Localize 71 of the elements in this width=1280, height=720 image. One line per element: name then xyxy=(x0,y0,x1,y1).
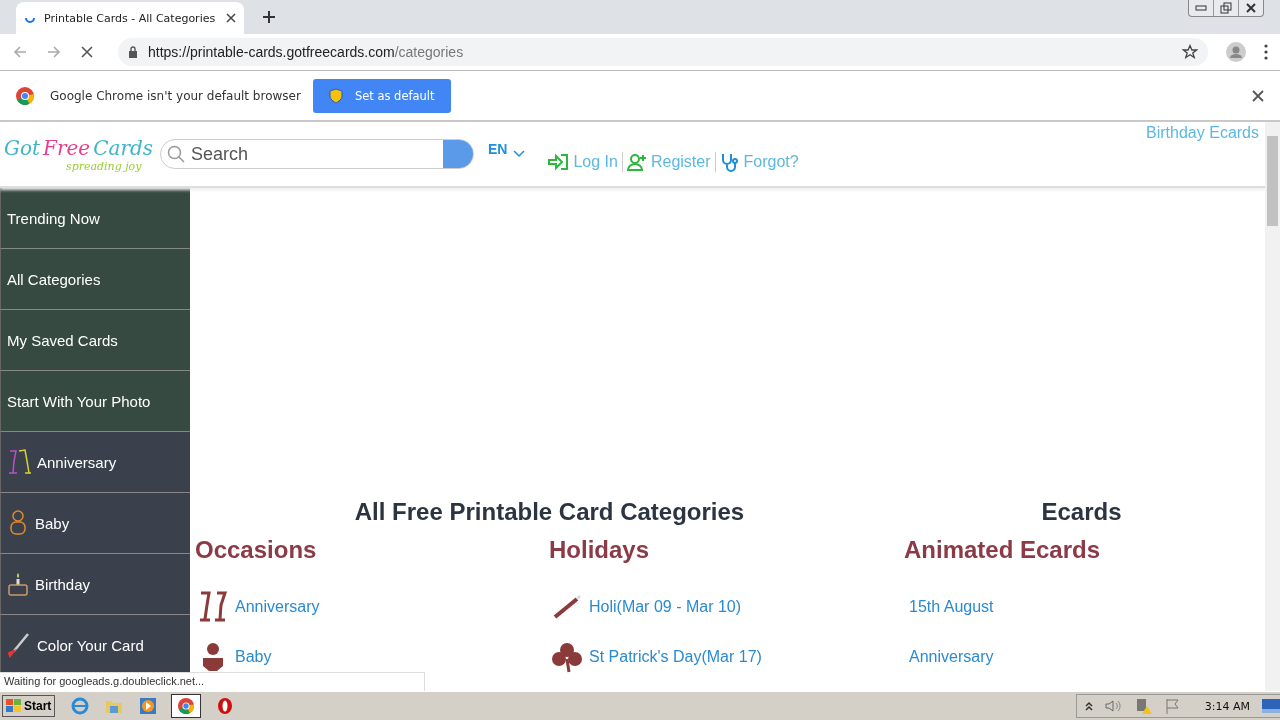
show-desktop-icon[interactable] xyxy=(1262,699,1280,713)
menu-icon[interactable] xyxy=(1264,44,1268,60)
account-link[interactable]: Forgot? xyxy=(715,152,803,172)
sidebar-item[interactable]: All Categories xyxy=(0,249,190,310)
windows-logo-icon xyxy=(6,699,22,713)
category-link[interactable]: Holi(Mar 09 - Mar 10) xyxy=(549,591,742,623)
speaker-icon[interactable] xyxy=(1104,699,1123,713)
start-button[interactable]: Start xyxy=(2,695,56,717)
column-title: Holidays xyxy=(549,536,650,564)
browser-icon[interactable] xyxy=(71,697,90,715)
section-heading: All Free Printable Card Categories xyxy=(353,498,746,526)
category-link[interactable]: 15th August xyxy=(904,591,994,623)
category-link[interactable]: Anniversary xyxy=(195,591,320,623)
opera-icon[interactable] xyxy=(217,697,234,715)
profile-icon[interactable] xyxy=(1226,42,1246,62)
sidebar-item[interactable]: Start With Your Photo xyxy=(0,371,190,432)
address-bar[interactable]: https://printable-cards.gotfreecards.com/categories xyxy=(118,38,1208,66)
star-icon[interactable] xyxy=(1182,44,1198,60)
folder-icon[interactable] xyxy=(105,698,124,714)
forward-icon[interactable] xyxy=(46,44,62,60)
restore-icon[interactable] xyxy=(1220,2,1232,14)
clover-icon xyxy=(549,641,585,673)
sidebar-item[interactable]: Anniversary xyxy=(0,432,190,493)
window-controls[interactable] xyxy=(1188,0,1264,17)
search-icon xyxy=(167,145,185,163)
cake-icon xyxy=(7,571,29,597)
sidebar-item[interactable]: My Saved Cards xyxy=(0,310,190,371)
site-logo[interactable]: GotFree Cards spreading joy xyxy=(0,135,160,173)
media-player-icon[interactable] xyxy=(139,697,158,715)
close-icon[interactable] xyxy=(1252,89,1264,102)
taskbar-button[interactable] xyxy=(171,694,202,718)
new-tab-icon[interactable] xyxy=(262,10,276,24)
language-selector[interactable]: EN xyxy=(488,140,526,158)
account-link[interactable]: Log In xyxy=(543,153,622,171)
category-link[interactable]: Anniversary xyxy=(904,641,994,673)
birthday-ecards-link[interactable]: Birthday Ecards xyxy=(1146,124,1259,142)
status-bubble: Waiting for googleads.g.doubleclick.net... xyxy=(0,672,425,691)
sidebar-item[interactable]: Birthday xyxy=(0,554,190,615)
network-warning-icon[interactable] xyxy=(1134,697,1153,715)
stop-icon[interactable] xyxy=(80,45,94,59)
column-title: Occasions xyxy=(195,536,317,564)
browser-logo-icon xyxy=(178,698,195,714)
shield-icon xyxy=(328,87,343,104)
category-link[interactable]: Baby xyxy=(195,641,272,673)
infobar-message: Google Chrome isn't your default browser xyxy=(50,88,301,103)
url-text: https://printable-cards.gotfreecards.com/categories xyxy=(148,44,465,60)
stethoscope-icon[interactable] xyxy=(719,152,740,172)
category-link[interactable]: St Patrick's Day(Mar 17) xyxy=(549,641,762,673)
scrollbar[interactable] xyxy=(1265,122,1280,691)
brush-icon xyxy=(7,632,31,658)
browser-logo-icon xyxy=(16,86,34,105)
set-default-button[interactable]: Set as default xyxy=(312,78,451,113)
search-button[interactable] xyxy=(443,140,473,168)
back-icon[interactable] xyxy=(12,44,28,60)
column-title: Animated Ecards xyxy=(904,536,1101,564)
chevron-up-icon[interactable] xyxy=(1084,701,1093,711)
sidebar-item[interactable]: Trending Now xyxy=(0,188,190,249)
clock: 3:14 AM xyxy=(1204,699,1250,713)
close-icon[interactable] xyxy=(226,13,236,23)
chevron-down-icon[interactable] xyxy=(513,150,526,158)
browser-tab[interactable]: Printable Cards - All Categories xyxy=(16,2,244,34)
close-icon[interactable] xyxy=(1245,3,1257,13)
section-heading: Ecards xyxy=(1040,498,1123,526)
tab-title: Printable Cards - All Categories xyxy=(44,11,217,25)
lock-icon xyxy=(128,46,138,58)
flag-icon[interactable] xyxy=(1164,698,1181,714)
sidebar-item[interactable]: Baby xyxy=(0,493,190,554)
minimize-icon[interactable] xyxy=(1195,5,1207,11)
account-link[interactable]: Register xyxy=(622,153,715,171)
login-icon[interactable] xyxy=(547,153,570,171)
add-user-icon[interactable] xyxy=(626,153,647,171)
